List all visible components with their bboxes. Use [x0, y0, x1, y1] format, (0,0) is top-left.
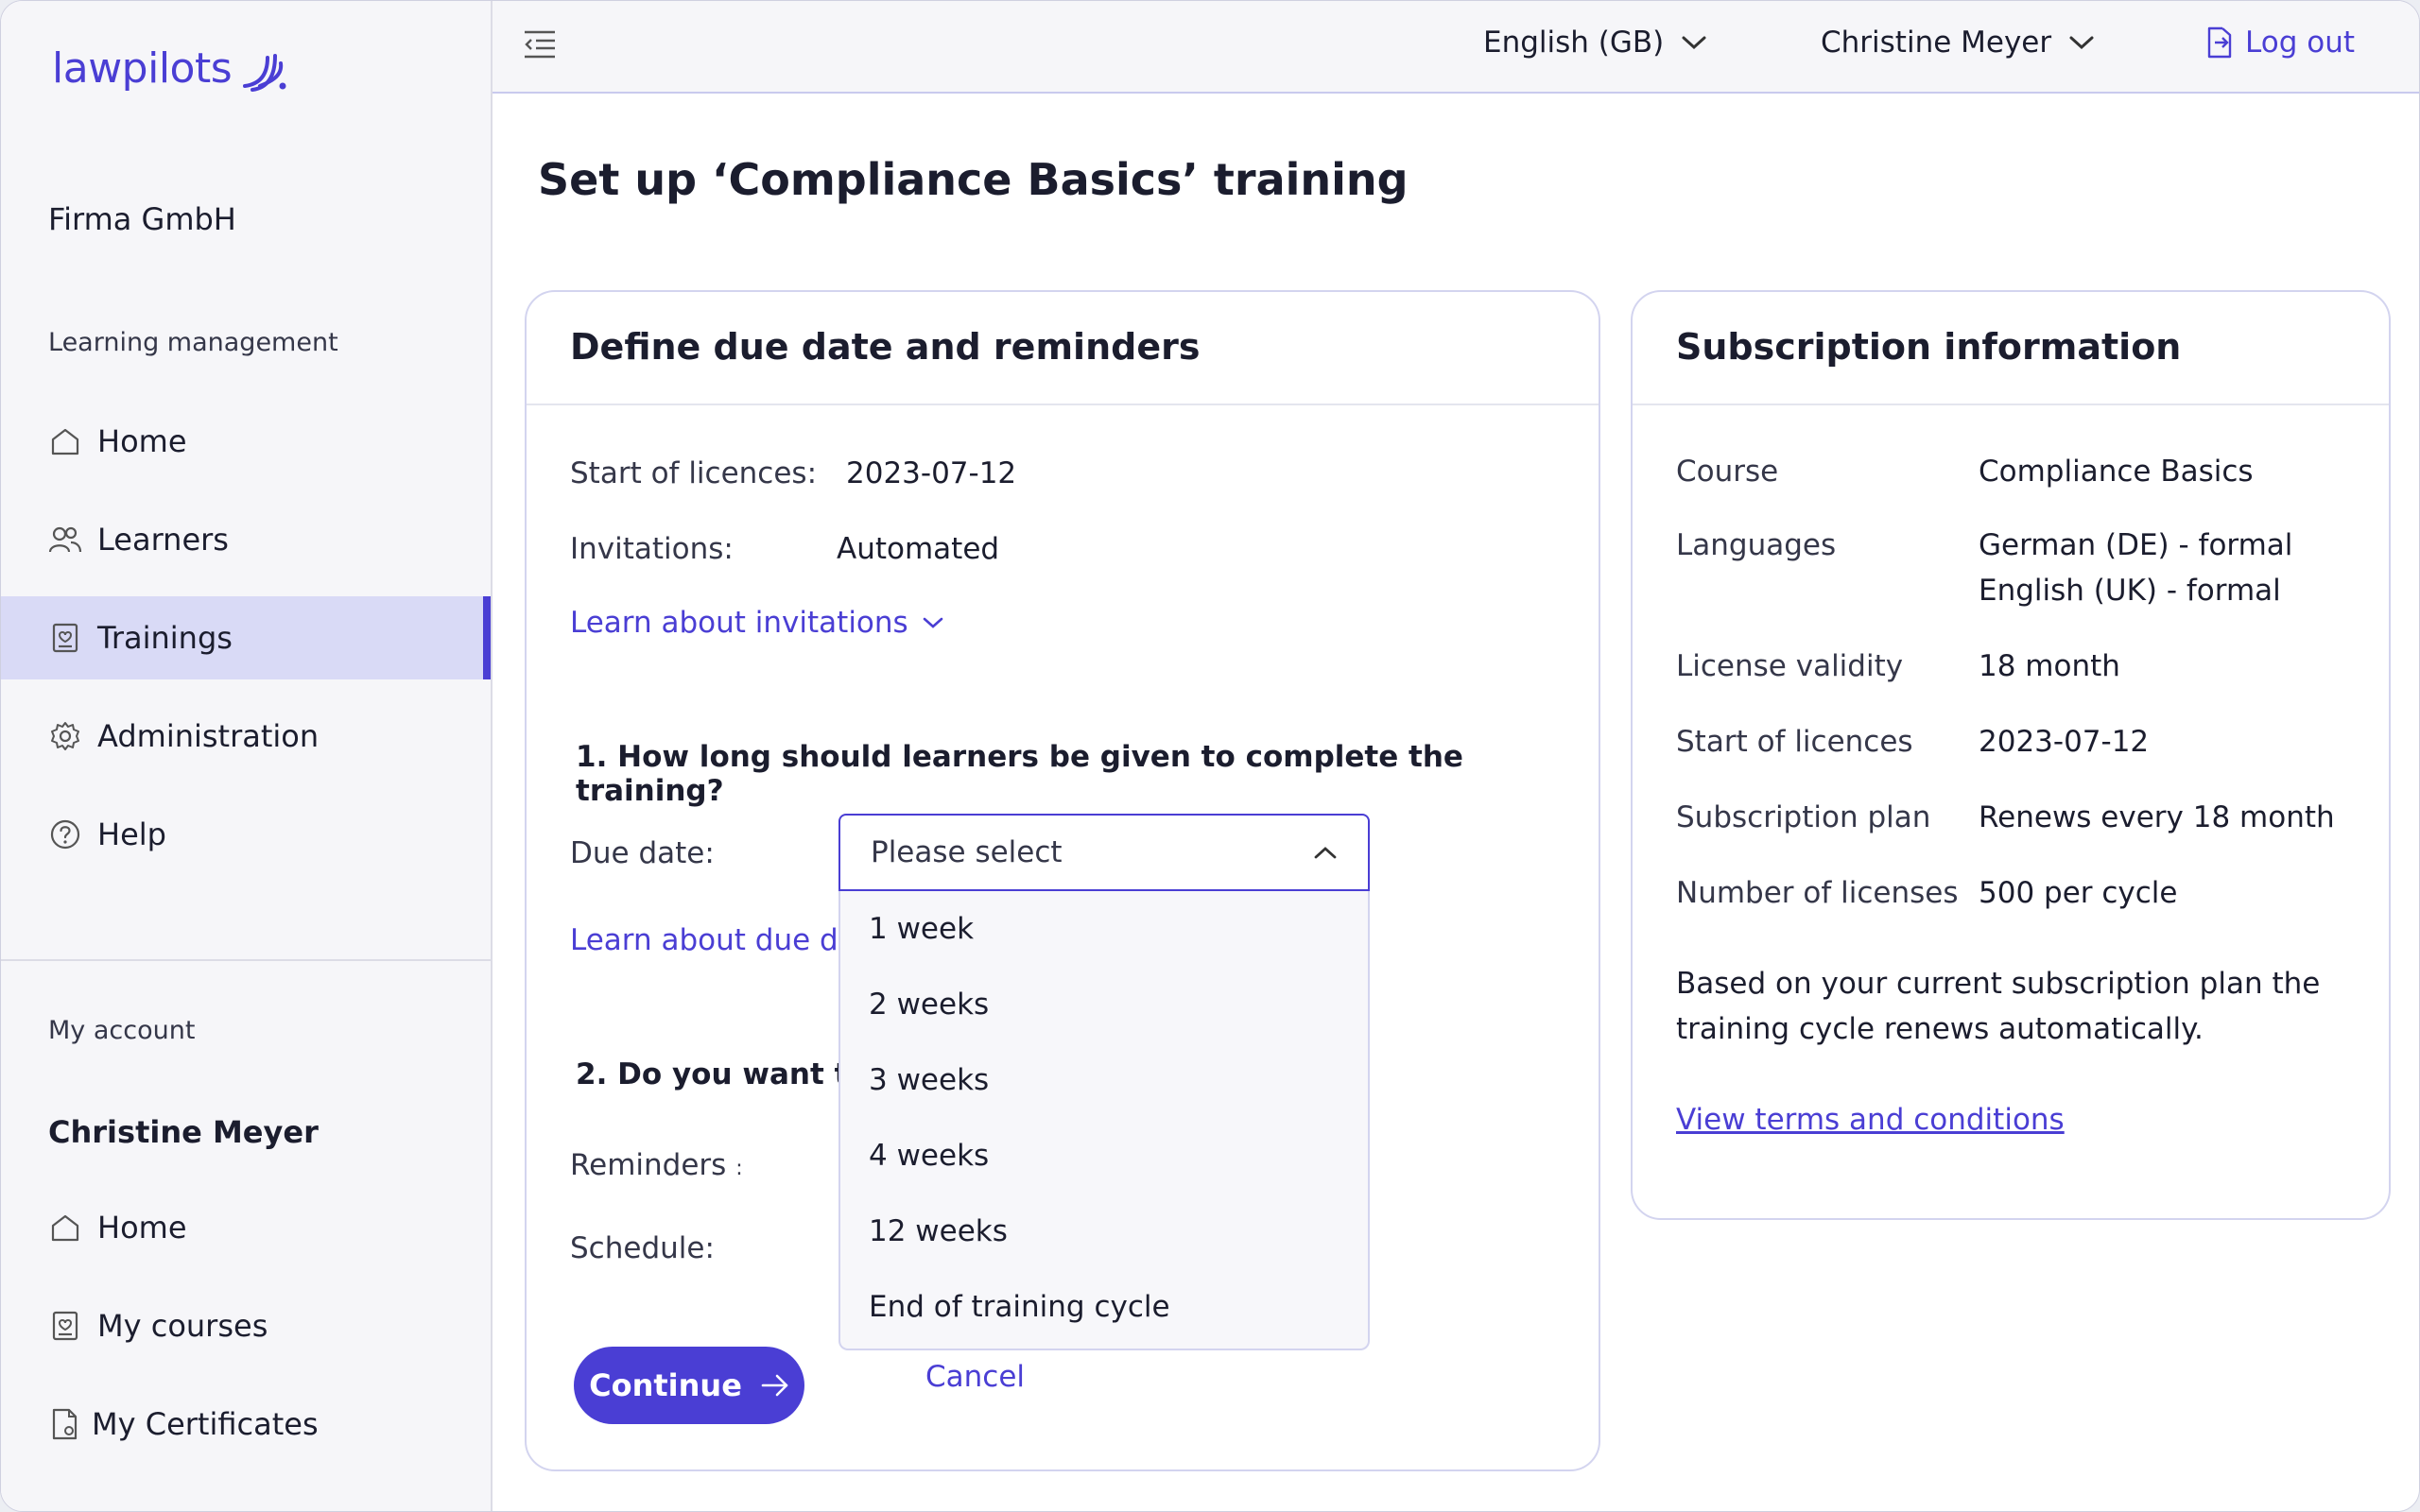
logout-label: Log out	[2245, 26, 2355, 60]
logout-button[interactable]: Log out	[2205, 26, 2355, 60]
due-date-option[interactable]: End of training cycle	[840, 1269, 1368, 1345]
learn-invitations-link[interactable]: Learn about invitations	[570, 606, 944, 640]
section-label-learning: Learning management	[48, 328, 338, 357]
top-bar: English (GB) Christine Meyer Log out	[493, 1, 2419, 94]
due-date-card: Define due date and reminders Start of l…	[525, 290, 1600, 1471]
app-window: lawpilots Firma GmbH Learning management…	[0, 0, 2420, 1512]
sidebar-item-label: Help	[97, 816, 166, 852]
sidebar: lawpilots Firma GmbH Learning management…	[1, 1, 493, 1511]
due-date-placeholder: Please select	[871, 835, 1063, 869]
sidebar-item-label: Home	[97, 423, 187, 459]
card-title: Subscription information	[1633, 292, 2389, 405]
sidebar-item-help[interactable]: Help	[1, 793, 491, 876]
terms-link[interactable]: View terms and conditions	[1676, 1103, 2065, 1137]
validity-value: 18 month	[1979, 649, 2120, 683]
sidebar-item-my-certificates[interactable]: My Certificates	[1, 1383, 491, 1466]
collapse-sidebar-button[interactable]	[523, 29, 557, 63]
sidebar-item-label: My courses	[97, 1308, 268, 1344]
arrow-right-icon	[761, 1374, 788, 1397]
chevron-up-icon	[1314, 847, 1337, 859]
company-name: Firma GmbH	[48, 201, 236, 237]
due-date-option[interactable]: 12 weeks	[840, 1194, 1368, 1269]
sidebar-item-home[interactable]: Home	[1, 400, 491, 483]
licenses-label: Number of licenses	[1676, 876, 1959, 910]
plan-label: Subscription plan	[1676, 800, 1931, 834]
logo-mark-icon	[243, 54, 286, 92]
renewal-note-line1: Based on your current subscription plan …	[1676, 967, 2321, 1001]
due-date-option[interactable]: 4 weeks	[840, 1118, 1368, 1194]
chevron-down-icon	[2069, 36, 2094, 50]
sidebar-item-my-courses[interactable]: My courses	[1, 1284, 491, 1367]
continue-button[interactable]: Continue	[574, 1347, 804, 1424]
account-name: Christine Meyer	[48, 1114, 319, 1150]
question-due-date: 1. How long should learners be given to …	[576, 740, 1463, 808]
card-title: Define due date and reminders	[527, 292, 1599, 405]
course-label: Course	[1676, 455, 1779, 489]
user-name: Christine Meyer	[1821, 26, 2052, 60]
reminders-label: Reminders :	[570, 1148, 743, 1182]
users-icon	[48, 523, 82, 557]
validity-label: License validity	[1676, 649, 1904, 683]
sidebar-item-label: Learners	[97, 522, 229, 558]
chevron-down-icon	[1682, 36, 1706, 50]
certificate-icon	[48, 1407, 82, 1441]
language-value: English (GB)	[1483, 26, 1665, 60]
chevron-down-icon	[923, 617, 943, 628]
language-select[interactable]: English (GB)	[1483, 26, 1707, 60]
languages-label: Languages	[1676, 528, 1837, 562]
gear-icon	[48, 719, 82, 753]
course-value: Compliance Basics	[1979, 455, 2254, 489]
continue-label: Continue	[589, 1367, 742, 1403]
cancel-button[interactable]: Cancel	[925, 1360, 1025, 1394]
start-label: Start of licences:	[570, 456, 818, 490]
sidebar-item-label: My Certificates	[92, 1406, 319, 1442]
due-date-option[interactable]: 3 weeks	[840, 1042, 1368, 1118]
help-icon	[48, 817, 82, 851]
logo[interactable]: lawpilots	[52, 43, 286, 94]
due-date-option[interactable]: 2 weeks	[840, 967, 1368, 1042]
sidebar-item-label: Trainings	[97, 620, 233, 656]
logo-text: lawpilots	[52, 43, 233, 93]
user-menu[interactable]: Christine Meyer	[1821, 26, 2095, 60]
renewal-note-line2: training cycle renews automatically.	[1676, 1012, 2204, 1046]
sidebar-item-my-home[interactable]: Home	[1, 1186, 491, 1269]
languages-value-2: English (UK) - formal	[1979, 574, 2281, 608]
training-icon	[48, 621, 82, 655]
home-icon	[48, 1211, 82, 1245]
logout-icon	[2207, 26, 2232, 59]
start-value: 2023-07-12	[1979, 725, 2150, 759]
invitations-label: Invitations:	[570, 532, 734, 566]
training-icon	[48, 1309, 82, 1343]
section-label-account: My account	[48, 1016, 196, 1045]
learn-invitations-label: Learn about invitations	[570, 606, 908, 640]
sidebar-item-label: Home	[97, 1210, 187, 1246]
due-date-options: 1 week 2 weeks 3 weeks 4 weeks 12 weeks …	[838, 891, 1370, 1350]
start-label: Start of licences	[1676, 725, 1913, 759]
sidebar-item-label: Administration	[97, 718, 320, 754]
due-date-option[interactable]: 1 week	[840, 891, 1368, 967]
due-date-label: Due date:	[570, 836, 715, 870]
languages-value: German (DE) - formal	[1979, 528, 2293, 562]
start-value: 2023-07-12	[846, 456, 1017, 490]
plan-value: Renews every 18 month	[1979, 800, 2335, 834]
sidebar-divider	[1, 959, 491, 961]
subscription-card: Subscription information Course Complian…	[1631, 290, 2391, 1220]
page-title: Set up ‘Compliance Basics’ training	[538, 154, 1409, 205]
sidebar-item-learners[interactable]: Learners	[1, 498, 491, 581]
home-icon	[48, 424, 82, 458]
collapse-menu-icon	[525, 30, 555, 59]
schedule-label: Schedule:	[570, 1231, 715, 1265]
licenses-value: 500 per cycle	[1979, 876, 2178, 910]
due-date-select[interactable]: Please select	[838, 814, 1370, 891]
invitations-value: Automated	[837, 532, 1000, 566]
sidebar-item-trainings[interactable]: Trainings	[1, 596, 491, 679]
sidebar-item-administration[interactable]: Administration	[1, 695, 491, 778]
